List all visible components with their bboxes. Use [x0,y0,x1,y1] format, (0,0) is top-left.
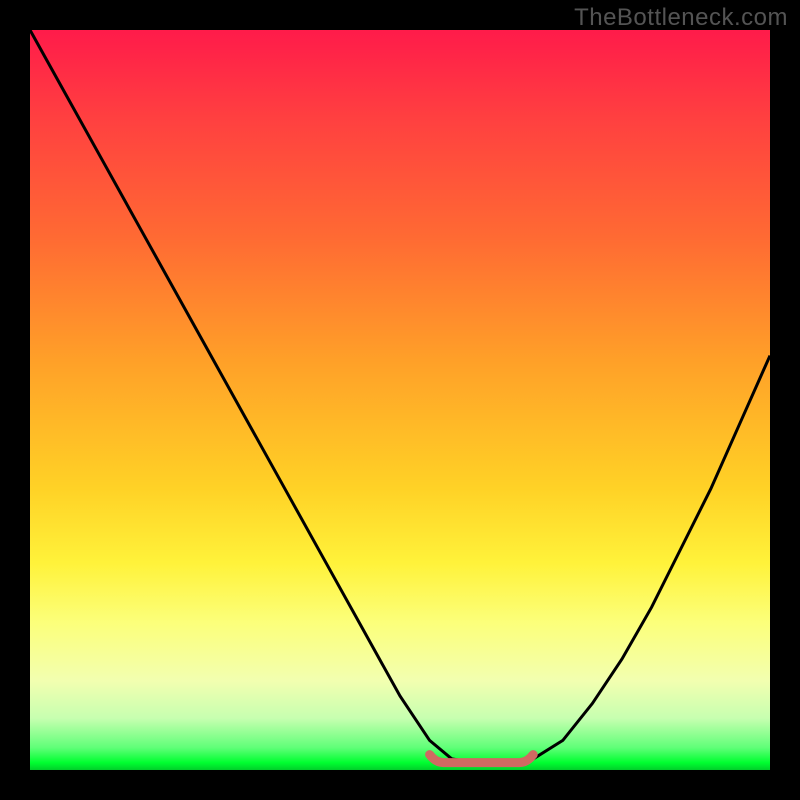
plot-area [30,30,770,770]
figure-frame: TheBottleneck.com [0,0,800,800]
watermark-text: TheBottleneck.com [574,4,788,32]
marker-path [430,755,534,763]
optimal-marker [30,30,770,770]
